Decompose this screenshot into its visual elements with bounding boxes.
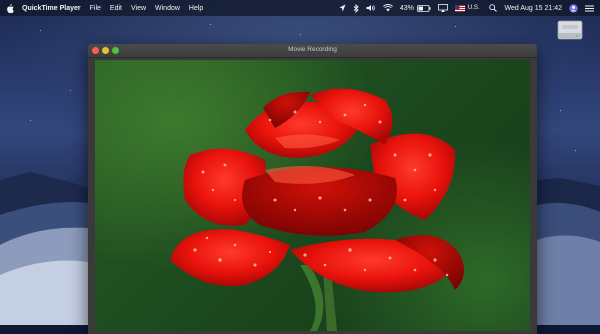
apple-icon[interactable] [6, 3, 14, 13]
user-icon[interactable] [569, 3, 578, 13]
wifi-icon[interactable] [382, 4, 393, 12]
menu-edit[interactable]: Edit [110, 5, 122, 12]
search-icon[interactable] [488, 4, 497, 12]
volume-icon[interactable] [366, 4, 376, 12]
battery-percent[interactable]: 43% [400, 5, 414, 12]
menu-bar: QuickTime Player File Edit View Window H… [0, 0, 600, 16]
quicktime-window[interactable]: Movie Recording [88, 44, 537, 334]
cursor-icon[interactable] [339, 4, 346, 12]
bluetooth-icon[interactable] [353, 3, 359, 13]
menu-view[interactable]: View [131, 5, 146, 12]
flag-icon[interactable] [454, 4, 465, 12]
window-title: Movie Recording [288, 46, 337, 53]
status-area: 43% U.S. Wed Aug 15 21:42 [332, 3, 594, 13]
input-source-label[interactable]: U.S. [468, 5, 480, 11]
menu-window[interactable]: Window [155, 5, 180, 12]
menu-list-icon[interactable] [585, 5, 594, 12]
rose-image [170, 88, 464, 331]
menu-help[interactable]: Help [189, 5, 203, 12]
menubar-clock[interactable]: Wed Aug 15 21:42 [505, 5, 562, 12]
video-preview[interactable] [95, 60, 530, 331]
battery-icon[interactable] [416, 4, 431, 12]
menu-app-name[interactable]: QuickTime Player [22, 5, 81, 12]
window-titlebar[interactable]: Movie Recording [88, 44, 537, 58]
menu-file[interactable]: File [90, 5, 101, 12]
airplay-icon[interactable] [437, 4, 448, 12]
hard-drive-icon[interactable] [557, 18, 583, 42]
